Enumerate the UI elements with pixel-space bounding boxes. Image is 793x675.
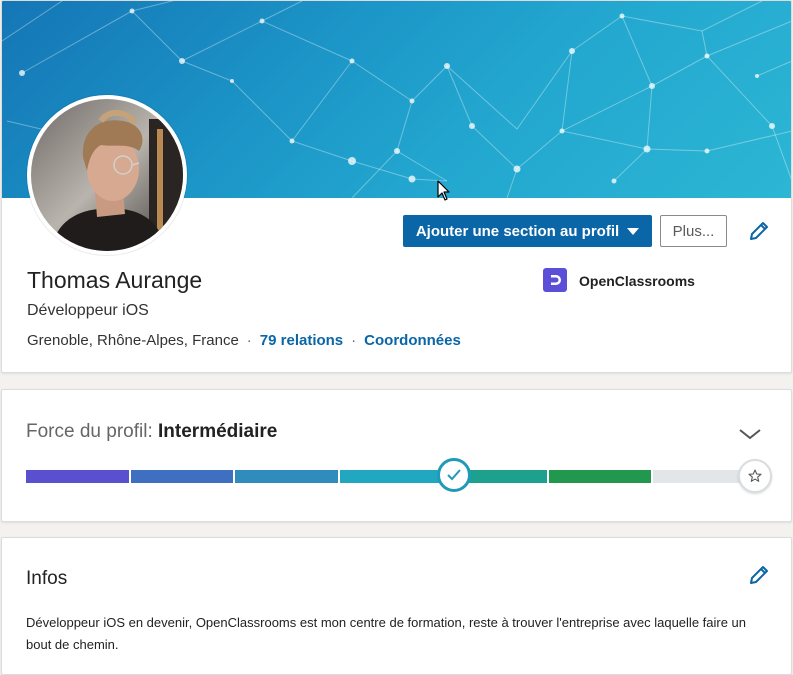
strength-segment	[548, 470, 652, 483]
profile-strength-title: Force du profil: Intermédiaire	[26, 421, 277, 443]
pencil-icon[interactable]	[747, 563, 771, 587]
profile-strength-label: Force du profil:	[26, 421, 153, 442]
separator: ·	[246, 332, 252, 349]
separator: ·	[351, 332, 357, 349]
profile-photo[interactable]	[27, 95, 187, 255]
profile-top-card: Ajouter une section au profil Plus... Th…	[1, 0, 792, 373]
profile-strength-meter	[26, 470, 756, 483]
star-icon[interactable]	[738, 459, 772, 493]
connections-link[interactable]: 79 relations	[260, 332, 343, 349]
profile-name: Thomas Aurange	[27, 267, 203, 293]
pencil-icon[interactable]	[747, 219, 771, 243]
mouse-cursor	[437, 180, 451, 202]
strength-segment	[235, 470, 338, 483]
chevron-down-icon[interactable]	[738, 426, 762, 442]
about-card: Infos Développeur iOS en devenir, OpenCl…	[1, 537, 792, 675]
caret-down-icon	[627, 228, 640, 235]
check-icon	[437, 458, 471, 492]
add-profile-section-label: Ajouter une section au profil	[415, 222, 620, 240]
company-name[interactable]: OpenClassrooms	[579, 273, 695, 289]
add-profile-section-button[interactable]: Ajouter une section au profil	[403, 215, 652, 247]
profile-meta-line: Grenoble, Rhône-Alpes, France · 79 relatio…	[27, 332, 461, 349]
profile-strength-level: Intermédiaire	[158, 421, 278, 442]
contact-info-link[interactable]: Coordonnées	[364, 332, 461, 349]
more-actions-button[interactable]: Plus...	[660, 215, 727, 247]
strength-segment	[26, 470, 129, 483]
profile-photo-image	[31, 99, 183, 251]
strength-segment	[339, 470, 443, 483]
about-title: Infos	[26, 568, 68, 589]
profile-headline: Développeur iOS	[27, 302, 149, 319]
profile-strength-card: Force du profil: Intermédiaire	[1, 389, 792, 522]
strength-segment	[130, 470, 234, 483]
about-text: Développeur iOS en devenir, OpenClassroo…	[26, 615, 747, 652]
profile-location: Grenoble, Rhône-Alpes, France	[27, 332, 239, 349]
company-logo[interactable]	[543, 268, 567, 292]
